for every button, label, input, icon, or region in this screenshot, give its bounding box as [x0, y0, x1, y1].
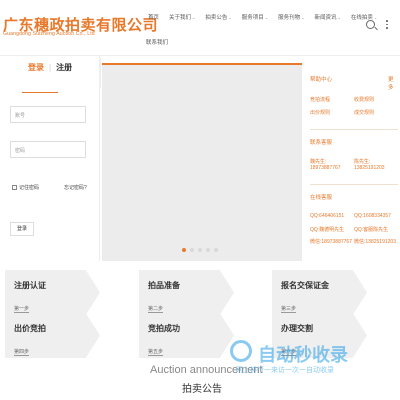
chevron-down-icon: ⌄ [228, 14, 232, 20]
announcement-title-cn: 拍卖公告 [182, 384, 222, 395]
remember-password[interactable]: 记住密码 [12, 184, 39, 191]
contact-name: 陈先生: [354, 159, 371, 165]
nav-item-contact[interactable]: 联系我们 [146, 38, 168, 46]
help-link-deal[interactable]: 成交规则 [354, 109, 374, 116]
sidebar-divider [310, 184, 398, 185]
online-qq-link[interactable]: QQ:1608334357 [354, 213, 391, 219]
step-card[interactable]: 竞拍成功 第五步 [139, 313, 234, 358]
chevron-down-icon: ⌄ [337, 14, 341, 20]
more-menu-icon[interactable] [386, 20, 388, 30]
account-input[interactable]: 账号 [10, 106, 86, 123]
carousel-dot[interactable] [214, 248, 218, 252]
chevron-down-icon: ⌄ [373, 14, 378, 20]
carousel-dot[interactable] [190, 248, 194, 252]
step-number: 第二步 [148, 306, 164, 313]
step-title: 注册认证 [14, 281, 46, 290]
nav-item-home[interactable]: 首页 [148, 13, 159, 21]
login-panel: 登录 | 注册 账号 密码 记住密码 忘记密码? 登录 [0, 56, 100, 261]
contact-name: 魏先生: [310, 159, 327, 165]
contact-title: 联系客服 [310, 140, 333, 146]
step-number: 第五步 [148, 349, 164, 356]
forgot-password-link[interactable]: 忘记密码? [64, 184, 87, 191]
step-card[interactable]: 出价竞拍 第四步 [5, 313, 100, 358]
step-title: 竞拍成功 [148, 324, 180, 333]
step-title: 办理交割 [281, 324, 313, 333]
nav-item-announcements[interactable]: 拍卖公告 ⌄ [205, 13, 232, 22]
watermark-text: 自动秒收录 [258, 345, 348, 365]
remember-label: 记住密码 [19, 185, 40, 191]
chevron-down-icon: ⌄ [192, 14, 196, 20]
help-link-fees[interactable]: 收费规则 [354, 96, 374, 103]
chevron-down-icon: ⌄ [264, 14, 269, 20]
carousel-dot[interactable] [182, 248, 186, 252]
nav-item-services[interactable]: 服务项目 ⌄ [242, 13, 269, 22]
step-title: 拍品准备 [148, 281, 180, 290]
online-qq-link[interactable]: QQ:魏德明先生 [310, 226, 344, 233]
main-nav: 首页 关于我们 ⌄ 拍卖公告 ⌄ 服务项目 ⌄ 服务刊物 ⌄ 新闻资讯 ⌄ 在线拍卖 ⌄ [148, 13, 387, 22]
login-divider [100, 58, 101, 88]
contact-phone[interactable]: 18973887767 [310, 165, 341, 171]
step-title: 出价竞拍 [14, 324, 46, 333]
help-center-title: 帮助中心 [310, 77, 333, 83]
watermark-subtext: 网上排行一来访一次一自动收录 [236, 367, 334, 374]
step-title: 报名交保证金 [281, 281, 329, 290]
logo-name-en: Guangdong Suizheng Auction Co., Ltd [3, 31, 95, 37]
chevron-down-icon: ⌄ [301, 14, 305, 20]
step-card[interactable]: 拍品准备 第二步 [139, 270, 234, 315]
tab-underline [22, 92, 58, 93]
step-card[interactable]: 报名交保证金 第三步 [272, 270, 367, 315]
banner-accent-bar [102, 63, 302, 65]
step-card[interactable]: 注册认证 第一步 [5, 270, 100, 315]
online-qq-link[interactable]: QQ:646406151 [310, 213, 344, 219]
help-sidebar: 帮助中心 更多 竞拍流程 收费规则 出价规则 成交规则 联系客服 魏先生: 18… [310, 62, 398, 262]
watermark-circle-icon [230, 340, 252, 362]
online-wechat-link[interactable]: 微信:18973887767 [310, 238, 352, 245]
contact-phone[interactable]: 13825191203 [354, 165, 385, 171]
sidebar-divider [310, 129, 398, 130]
tab-register[interactable]: 注册 [56, 62, 72, 73]
carousel-dots [182, 248, 218, 252]
carousel-dot[interactable] [198, 248, 202, 252]
nav-item-publications[interactable]: 服务刊物 ⌄ [278, 13, 305, 22]
watermark-logo: 自动秒收录 网上排行一来访一次一自动收录 [230, 335, 400, 380]
remember-checkbox[interactable] [12, 185, 17, 190]
nav-item-news[interactable]: 新闻资讯 ⌄ [315, 13, 341, 22]
online-service-title: 在线客服 [310, 195, 333, 201]
nav-item-about[interactable]: 关于我们 ⌄ [169, 13, 196, 22]
help-link-bidding[interactable]: 出价规则 [310, 109, 330, 116]
help-link-process[interactable]: 竞拍流程 [310, 96, 330, 103]
online-qq-link[interactable]: QQ:客服陈先生 [354, 226, 388, 233]
login-button[interactable]: 登录 [10, 222, 34, 236]
step-number: 第三步 [281, 306, 297, 313]
carousel-dot[interactable] [206, 248, 210, 252]
nav-item-online-auction[interactable]: 在线拍卖 ⌄ [351, 13, 378, 22]
step-number: 第四步 [14, 349, 30, 356]
online-wechat-link[interactable]: 微信:13825191203 [354, 238, 396, 245]
help-more-link[interactable]: 更多 [388, 75, 398, 91]
tab-separator: | [49, 63, 52, 72]
search-icon[interactable] [366, 20, 375, 29]
login-tabs: 登录 | 注册 [28, 62, 72, 73]
step-number: 第一步 [14, 306, 30, 313]
banner-carousel[interactable] [102, 63, 302, 261]
tab-login[interactable]: 登录 [28, 62, 44, 73]
password-input[interactable]: 密码 [10, 141, 86, 158]
site-header: 广东穗政拍卖有限公司 Guangdong Suizheng Auction Co… [0, 0, 400, 55]
